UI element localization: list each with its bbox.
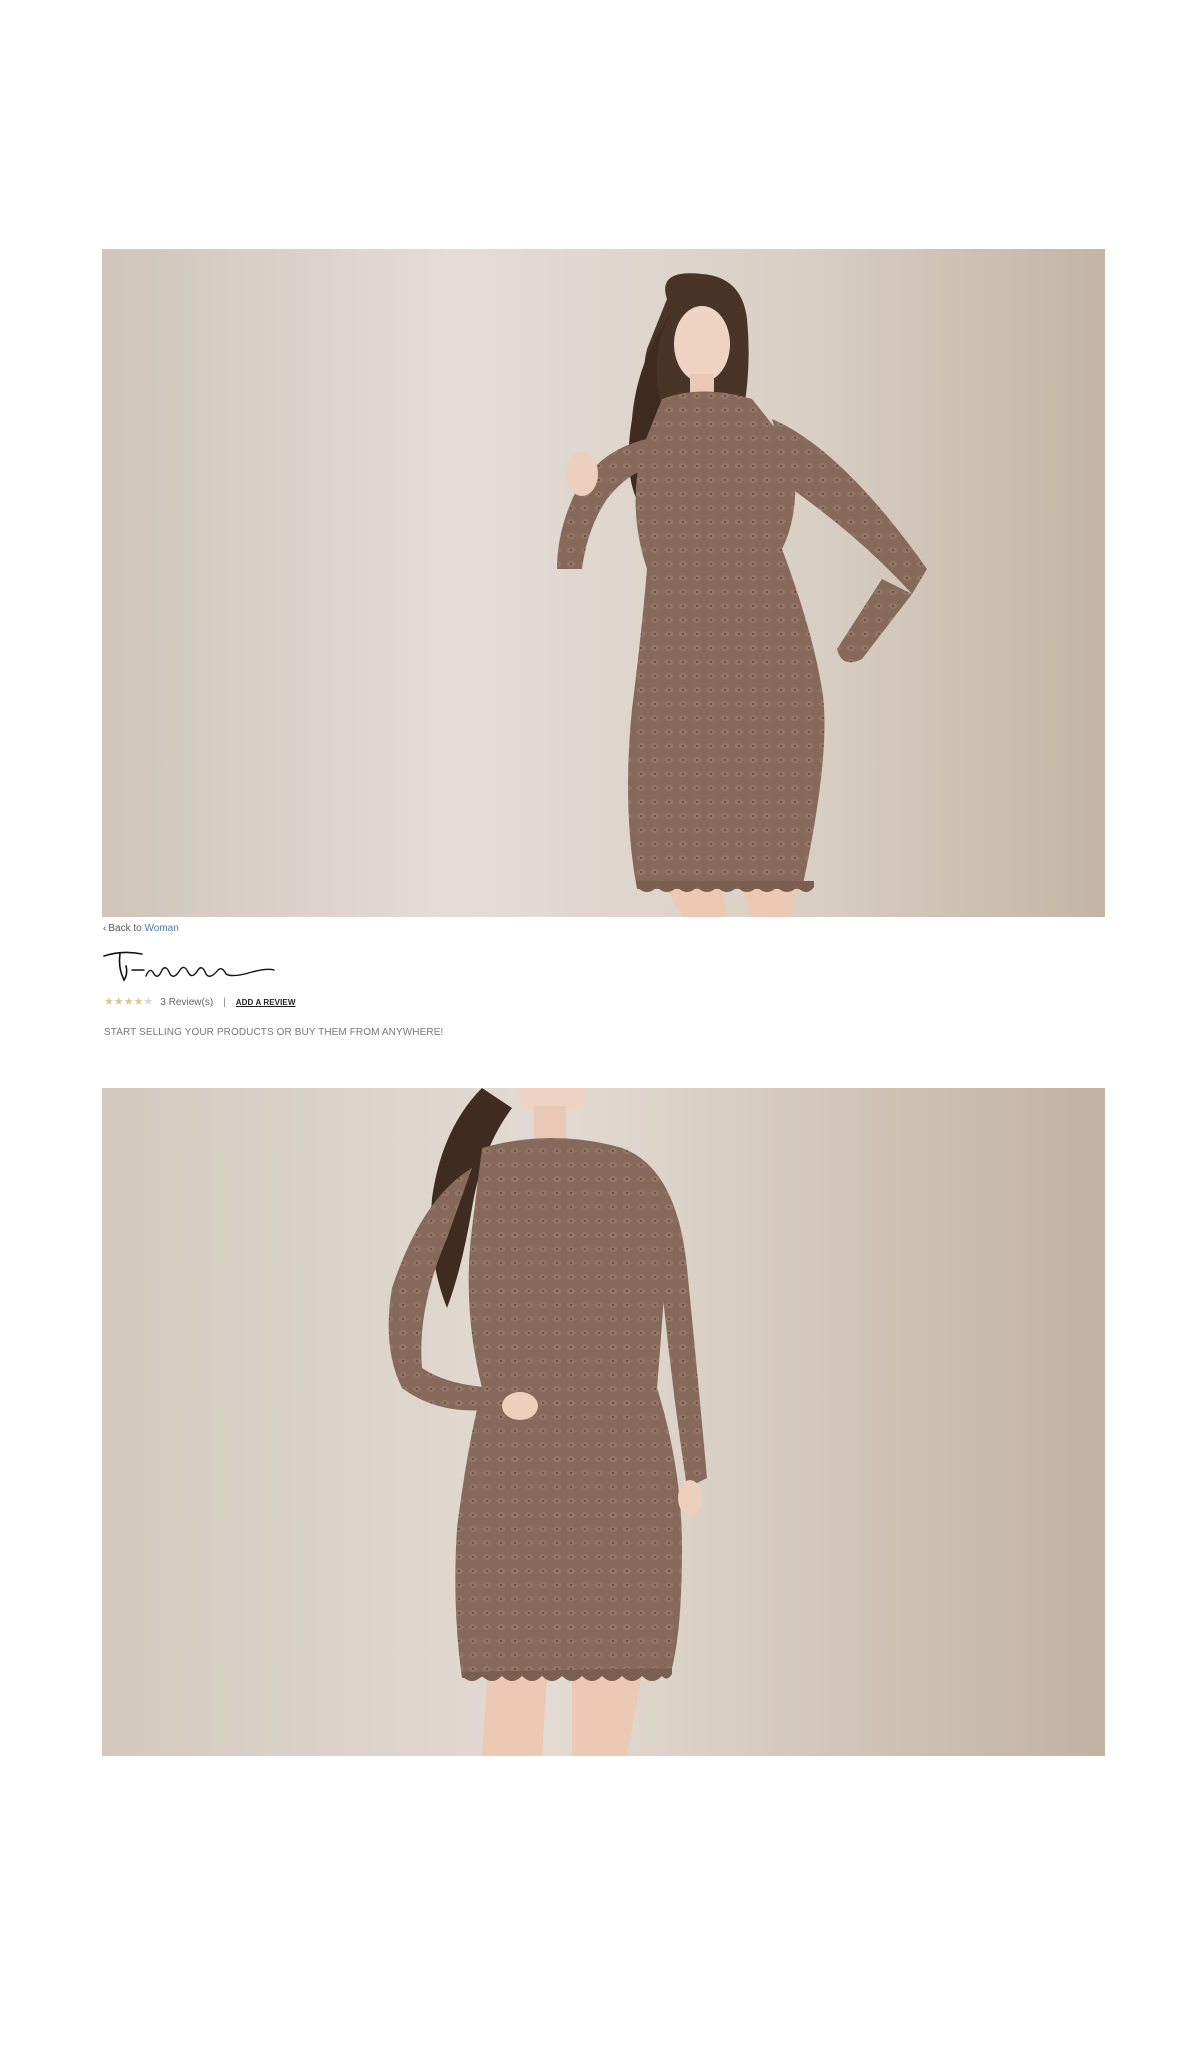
star-rating: ★ ★ ★ ★ ★ — [104, 995, 154, 1008]
breadcrumb-category-link[interactable]: Woman — [144, 923, 178, 934]
brand-logo — [102, 948, 277, 988]
review-count[interactable]: 3 Review(s) — [160, 997, 213, 1008]
star-icon: ★ — [143, 995, 154, 1008]
breadcrumb: ‹ Back to Woman — [103, 923, 179, 934]
add-review-link[interactable]: ADD A REVIEW — [236, 998, 296, 1007]
breadcrumb-prefix: Back to — [108, 923, 142, 934]
rating-row: ★ ★ ★ ★ ★ 3 Review(s) | ADD A REVIEW — [104, 995, 296, 1009]
star-icon: ★ — [113, 995, 124, 1008]
star-icon: ★ — [123, 995, 134, 1008]
star-icon: ★ — [104, 995, 114, 1008]
star-icon: ★ — [133, 995, 144, 1008]
product-photo-2 — [102, 1088, 1105, 1756]
product-tagline: START SELLING YOUR PRODUCTS OR BUY THEM … — [104, 1027, 444, 1038]
separator: | — [223, 996, 226, 1008]
chevron-left-icon: ‹ — [103, 923, 107, 934]
product-photo-1 — [102, 249, 1105, 917]
